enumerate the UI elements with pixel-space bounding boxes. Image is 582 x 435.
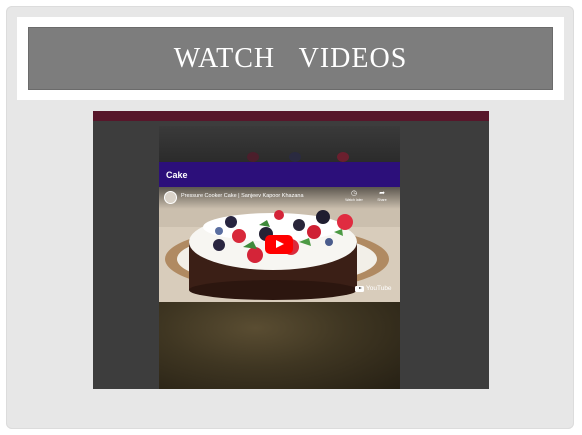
share-button[interactable]: ➦ Share — [371, 190, 393, 202]
video-category-label: Cake — [166, 169, 188, 180]
blurred-thumbnail-bottom — [159, 302, 400, 389]
channel-avatar[interactable] — [164, 191, 177, 204]
slide-title: WATCH VIDEOS — [173, 42, 408, 74]
embedded-video-area: Cake Pressure Cooker Cake | Sanjeev Kapo… — [93, 111, 489, 389]
share-label: Share — [377, 198, 387, 202]
video-title[interactable]: Pressure Cooker Cake | Sanjeev Kapoor Kh… — [181, 193, 304, 199]
blurred-thumbnail-top — [159, 126, 400, 162]
watch-later-label: Watch later — [345, 198, 363, 202]
youtube-player[interactable]: Pressure Cooker Cake | Sanjeev Kapoor Kh… — [159, 187, 400, 302]
top-strip — [93, 111, 489, 121]
youtube-wordmark: YouTube — [366, 285, 392, 292]
video-header-bar: Cake — [159, 162, 400, 187]
watch-later-button[interactable]: ◷ Watch later — [343, 190, 365, 202]
video-preview-panel: Cake Pressure Cooker Cake | Sanjeev Kapo… — [159, 126, 400, 389]
youtube-logo[interactable]: YouTube — [355, 285, 392, 292]
share-icon: ➦ — [379, 190, 385, 197]
clock-icon: ◷ — [350, 190, 358, 197]
youtube-play-icon — [355, 285, 364, 292]
play-button[interactable] — [265, 235, 293, 254]
title-bar: WATCH VIDEOS — [28, 27, 553, 90]
